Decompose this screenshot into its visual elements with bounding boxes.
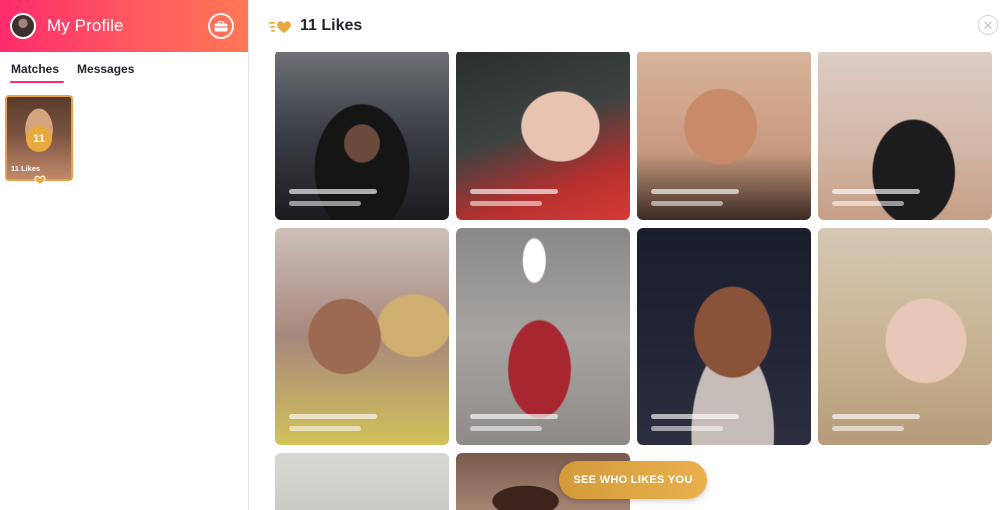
profile-title[interactable]: My Profile	[47, 16, 208, 36]
tab-messages[interactable]: Messages	[77, 62, 134, 82]
liker-card[interactable]	[637, 50, 811, 220]
likes-panel: 11 Likes ✕ SEE WHO LIKES YOU	[249, 0, 1000, 510]
tab-matches[interactable]: Matches	[9, 62, 65, 83]
heart-icon	[34, 175, 46, 185]
briefcase-icon	[214, 20, 228, 31]
liker-card[interactable]	[275, 453, 449, 510]
sidebar: My Profile Matches Messages 11 11 Likes	[0, 0, 249, 510]
see-who-likes-you-button[interactable]: SEE WHO LIKES YOU	[559, 461, 707, 499]
likes-grid	[275, 50, 1000, 510]
likes-title: 11 Likes	[300, 17, 363, 34]
work-mode-button[interactable]	[208, 13, 234, 39]
liker-card[interactable]	[456, 228, 630, 445]
liker-card[interactable]	[818, 50, 992, 220]
liker-card[interactable]	[637, 228, 811, 445]
likes-hearts-icon	[269, 21, 291, 33]
liker-card[interactable]	[275, 50, 449, 220]
liker-card[interactable]	[456, 50, 630, 220]
likes-header: 11 Likes ✕	[249, 0, 1000, 52]
avatar[interactable]	[10, 13, 36, 39]
likes-card[interactable]: 11 11 Likes	[5, 95, 73, 181]
sidebar-tabs: Matches Messages	[0, 52, 248, 83]
close-button[interactable]: ✕	[978, 15, 998, 35]
likes-card-label: 11 Likes	[11, 164, 41, 173]
profile-header: My Profile	[0, 0, 248, 52]
close-icon: ✕	[982, 17, 994, 33]
liker-card[interactable]	[275, 228, 449, 445]
likes-count-badge: 11	[26, 126, 52, 152]
liker-card[interactable]	[818, 228, 992, 445]
